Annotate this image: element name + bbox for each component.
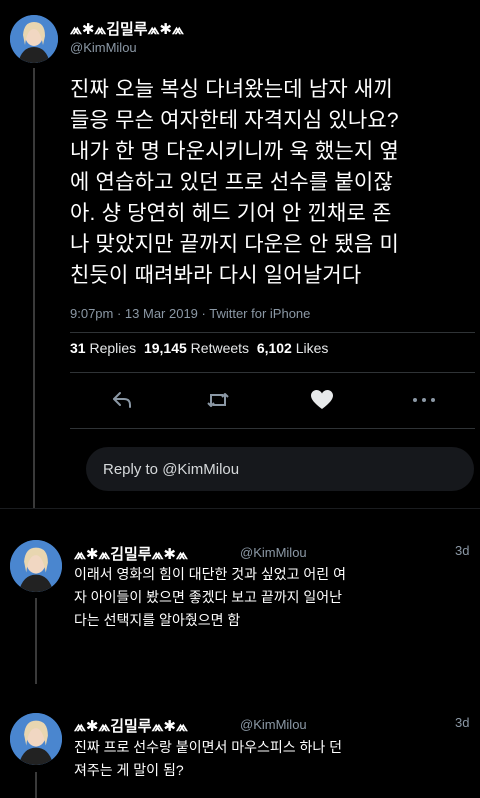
- reply-button[interactable]: [102, 382, 142, 418]
- likes-label[interactable]: Likes: [296, 340, 329, 356]
- heart-icon: [311, 390, 333, 409]
- more-icon: [413, 398, 435, 402]
- handle[interactable]: @KimMilou: [70, 40, 137, 55]
- reply-placeholder: Reply to @KimMilou: [103, 460, 240, 478]
- tweet-stats: 31 Replies 19,145 Retweets 6,102 Likes: [70, 340, 328, 356]
- reply-display-name[interactable]: ⩕✱⩕김밀루⩕✱⩕: [74, 543, 188, 564]
- divider: [70, 372, 475, 373]
- reply-text: 진짜 프로 선수랑 붙이면서 마우스피스 하나 던 져주는 게 말이 됨?: [74, 736, 474, 782]
- tweet-line: 나 맞았지만 끝까지 다운은 안 됐음 미: [70, 233, 400, 256]
- tweet-line: 아. 샹 당연히 헤드 기어 안 낀채로 존: [70, 202, 392, 225]
- tweet-text: 진짜 오늘 복싱 다녀왔는데 남자 새끼 들응 무슨 여자한테 자격지심 있나요…: [70, 74, 480, 291]
- avatar[interactable]: [10, 15, 58, 63]
- avatar-image: [10, 15, 58, 63]
- reply-handle[interactable]: @KimMilou: [240, 545, 307, 560]
- reply-time[interactable]: 3d: [455, 543, 469, 558]
- reply-input[interactable]: Reply to @KimMilou: [86, 447, 474, 491]
- tweet-line: 들응 무슨 여자한테 자격지심 있나요?: [70, 109, 399, 132]
- divider: [70, 332, 475, 333]
- divider: [70, 428, 475, 429]
- reply-line: 져주는 게 말이 됨?: [74, 762, 184, 778]
- reply-line: 자 아이들이 봤으면 좋겠다 보고 끝까지 일어난: [74, 589, 343, 605]
- tweet-line: 에 연습하고 있던 프로 선수를 붙이잖: [70, 171, 393, 194]
- retweet-button[interactable]: [198, 382, 238, 418]
- reply-avatar[interactable]: [10, 540, 62, 592]
- reply-text: 이래서 영화의 힘이 대단한 것과 싶었고 어린 여 자 아이들이 봤으면 좋겠…: [74, 563, 474, 632]
- tweet-line: 진짜 오늘 복싱 다녀왔는데 남자 새끼: [70, 78, 393, 101]
- reply-display-name[interactable]: ⩕✱⩕김밀루⩕✱⩕: [74, 715, 188, 736]
- reply-line: 이래서 영화의 힘이 대단한 것과 싶었고 어린 여: [74, 566, 346, 582]
- avatar-image: [10, 540, 62, 592]
- reply-avatar[interactable]: [10, 713, 62, 765]
- reply-time[interactable]: 3d: [455, 715, 469, 730]
- retweets-count[interactable]: 19,145: [144, 340, 187, 356]
- thread-line: [35, 772, 37, 798]
- thread-line: [35, 598, 37, 684]
- replies-label[interactable]: Replies: [89, 340, 136, 356]
- reply-line: 진짜 프로 선수랑 붙이면서 마우스피스 하나 던: [74, 739, 343, 755]
- tweet-timestamp[interactable]: 9:07pm · 13 Mar 2019 · Twitter for iPhon…: [70, 306, 310, 321]
- divider: [0, 508, 480, 509]
- reply-icon: [113, 392, 131, 408]
- retweets-label[interactable]: Retweets: [191, 340, 249, 356]
- display-name[interactable]: ⩕✱⩕김밀루⩕✱⩕: [70, 18, 184, 39]
- replies-count[interactable]: 31: [70, 340, 86, 356]
- avatar-image: [10, 713, 62, 765]
- tweet-line: 내가 한 명 다운시키니까 욱 했는지 옆: [70, 140, 400, 163]
- reply-handle[interactable]: @KimMilou: [240, 717, 307, 732]
- like-button[interactable]: [302, 382, 342, 418]
- likes-count[interactable]: 6,102: [257, 340, 292, 356]
- retweet-icon: [207, 393, 229, 407]
- tweet-line: 친듯이 때려봐라 다시 일어날거다: [70, 264, 362, 287]
- reply-line: 다는 선택지를 알아줬으면 함: [74, 612, 241, 628]
- thread-line: [33, 68, 35, 508]
- more-button[interactable]: [404, 382, 444, 418]
